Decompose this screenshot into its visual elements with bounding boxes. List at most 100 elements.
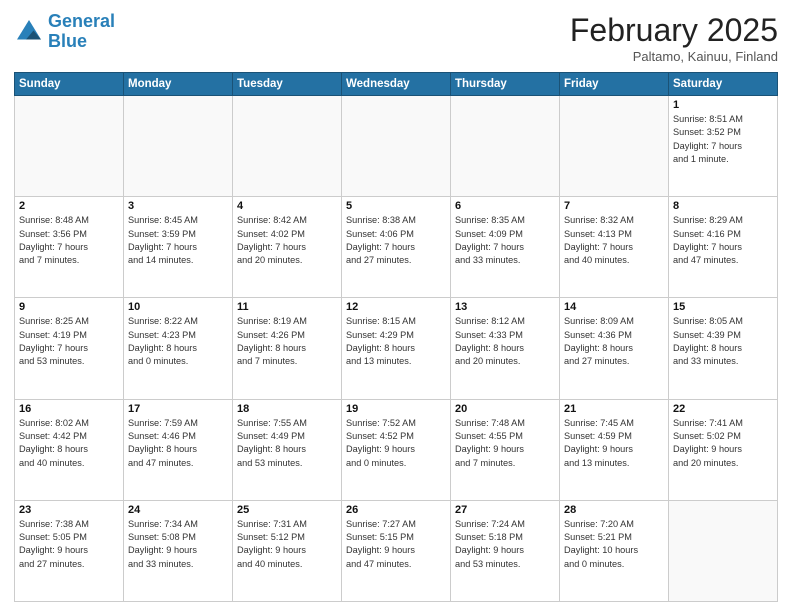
day-number: 23 bbox=[19, 504, 119, 516]
day-info: Sunrise: 8:05 AM Sunset: 4:39 PM Dayligh… bbox=[673, 315, 773, 368]
day-info: Sunrise: 7:52 AM Sunset: 4:52 PM Dayligh… bbox=[346, 417, 446, 470]
title-block: February 2025 Paltamo, Kainuu, Finland bbox=[570, 12, 778, 64]
weekday-header: Friday bbox=[560, 73, 669, 96]
weekday-header: Thursday bbox=[451, 73, 560, 96]
week-row: 9Sunrise: 8:25 AM Sunset: 4:19 PM Daylig… bbox=[15, 298, 778, 399]
day-info: Sunrise: 8:19 AM Sunset: 4:26 PM Dayligh… bbox=[237, 315, 337, 368]
day-info: Sunrise: 8:15 AM Sunset: 4:29 PM Dayligh… bbox=[346, 315, 446, 368]
day-number: 9 bbox=[19, 301, 119, 313]
day-info: Sunrise: 7:27 AM Sunset: 5:15 PM Dayligh… bbox=[346, 518, 446, 571]
day-info: Sunrise: 7:41 AM Sunset: 5:02 PM Dayligh… bbox=[673, 417, 773, 470]
day-info: Sunrise: 8:32 AM Sunset: 4:13 PM Dayligh… bbox=[564, 214, 664, 267]
day-info: Sunrise: 7:55 AM Sunset: 4:49 PM Dayligh… bbox=[237, 417, 337, 470]
day-info: Sunrise: 7:34 AM Sunset: 5:08 PM Dayligh… bbox=[128, 518, 228, 571]
calendar-cell: 19 Sunrise: 7:52 AM Sunset: 4:52 PM Dayli… bbox=[342, 399, 451, 500]
calendar-cell: 23 Sunrise: 7:38 AM Sunset: 5:05 PM Dayli… bbox=[15, 500, 124, 601]
day-number: 7 bbox=[564, 200, 664, 212]
week-row: 23 Sunrise: 7:38 AM Sunset: 5:05 PM Dayli… bbox=[15, 500, 778, 601]
day-number: 28 bbox=[564, 504, 664, 516]
calendar-cell: 15 Sunrise: 8:05 AM Sunset: 4:39 PM Dayli… bbox=[669, 298, 778, 399]
calendar-cell: 14Sunrise: 8:09 AM Sunset: 4:36 PM Dayli… bbox=[560, 298, 669, 399]
day-info: Sunrise: 8:12 AM Sunset: 4:33 PM Dayligh… bbox=[455, 315, 555, 368]
logo-general: General bbox=[48, 11, 115, 31]
day-number: 15 bbox=[673, 301, 773, 313]
day-info: Sunrise: 7:38 AM Sunset: 5:05 PM Dayligh… bbox=[19, 518, 119, 571]
calendar-cell: 20 Sunrise: 7:48 AM Sunset: 4:55 PM Dayli… bbox=[451, 399, 560, 500]
day-number: 21 bbox=[564, 403, 664, 415]
day-number: 1 bbox=[673, 99, 773, 111]
day-info: Sunrise: 8:45 AM Sunset: 3:59 PM Dayligh… bbox=[128, 214, 228, 267]
day-info: Sunrise: 7:31 AM Sunset: 5:12 PM Dayligh… bbox=[237, 518, 337, 571]
day-info: Sunrise: 8:42 AM Sunset: 4:02 PM Dayligh… bbox=[237, 214, 337, 267]
calendar-cell: 3 Sunrise: 8:45 AM Sunset: 3:59 PM Daylig… bbox=[124, 197, 233, 298]
day-info: Sunrise: 7:45 AM Sunset: 4:59 PM Dayligh… bbox=[564, 417, 664, 470]
calendar-cell: 2 Sunrise: 8:48 AM Sunset: 3:56 PM Daylig… bbox=[15, 197, 124, 298]
day-number: 12 bbox=[346, 301, 446, 313]
day-number: 8 bbox=[673, 200, 773, 212]
day-number: 19 bbox=[346, 403, 446, 415]
day-number: 22 bbox=[673, 403, 773, 415]
calendar-cell: 16 Sunrise: 8:02 AM Sunset: 4:42 PM Dayli… bbox=[15, 399, 124, 500]
day-info: Sunrise: 8:22 AM Sunset: 4:23 PM Dayligh… bbox=[128, 315, 228, 368]
day-info: Sunrise: 8:29 AM Sunset: 4:16 PM Dayligh… bbox=[673, 214, 773, 267]
weekday-header: Tuesday bbox=[233, 73, 342, 96]
week-row: 2 Sunrise: 8:48 AM Sunset: 3:56 PM Daylig… bbox=[15, 197, 778, 298]
calendar-cell bbox=[669, 500, 778, 601]
day-number: 11 bbox=[237, 301, 337, 313]
weekday-header: Sunday bbox=[15, 73, 124, 96]
day-number: 17 bbox=[128, 403, 228, 415]
day-info: Sunrise: 7:59 AM Sunset: 4:46 PM Dayligh… bbox=[128, 417, 228, 470]
day-number: 20 bbox=[455, 403, 555, 415]
day-info: Sunrise: 8:02 AM Sunset: 4:42 PM Dayligh… bbox=[19, 417, 119, 470]
calendar-cell: 18 Sunrise: 7:55 AM Sunset: 4:49 PM Dayli… bbox=[233, 399, 342, 500]
day-info: Sunrise: 7:48 AM Sunset: 4:55 PM Dayligh… bbox=[455, 417, 555, 470]
day-info: Sunrise: 8:35 AM Sunset: 4:09 PM Dayligh… bbox=[455, 214, 555, 267]
calendar-cell: 1 Sunrise: 8:51 AM Sunset: 3:52 PM Daylig… bbox=[669, 96, 778, 197]
calendar-cell bbox=[451, 96, 560, 197]
logo-blue: Blue bbox=[48, 31, 87, 51]
calendar-cell bbox=[15, 96, 124, 197]
calendar-cell: 11 Sunrise: 8:19 AM Sunset: 4:26 PM Dayli… bbox=[233, 298, 342, 399]
weekday-header-row: SundayMondayTuesdayWednesdayThursdayFrid… bbox=[15, 73, 778, 96]
calendar-cell: 22 Sunrise: 7:41 AM Sunset: 5:02 PM Dayli… bbox=[669, 399, 778, 500]
day-info: Sunrise: 8:09 AM Sunset: 4:36 PM Dayligh… bbox=[564, 315, 664, 368]
logo-icon bbox=[14, 17, 44, 47]
calendar-cell: 7 Sunrise: 8:32 AM Sunset: 4:13 PM Daylig… bbox=[560, 197, 669, 298]
calendar-cell: 10 Sunrise: 8:22 AM Sunset: 4:23 PM Dayli… bbox=[124, 298, 233, 399]
day-info: Sunrise: 7:20 AM Sunset: 5:21 PM Dayligh… bbox=[564, 518, 664, 571]
week-row: 1 Sunrise: 8:51 AM Sunset: 3:52 PM Daylig… bbox=[15, 96, 778, 197]
calendar-cell: 4 Sunrise: 8:42 AM Sunset: 4:02 PM Daylig… bbox=[233, 197, 342, 298]
logo: General Blue bbox=[14, 12, 115, 52]
day-number: 18 bbox=[237, 403, 337, 415]
calendar-cell: 28 Sunrise: 7:20 AM Sunset: 5:21 PM Dayli… bbox=[560, 500, 669, 601]
day-number: 25 bbox=[237, 504, 337, 516]
calendar-cell: 24 Sunrise: 7:34 AM Sunset: 5:08 PM Dayli… bbox=[124, 500, 233, 601]
day-number: 2 bbox=[19, 200, 119, 212]
calendar-cell: 17 Sunrise: 7:59 AM Sunset: 4:46 PM Dayli… bbox=[124, 399, 233, 500]
month-title: February 2025 bbox=[570, 12, 778, 49]
day-number: 27 bbox=[455, 504, 555, 516]
calendar-cell: 26Sunrise: 7:27 AM Sunset: 5:15 PM Dayli… bbox=[342, 500, 451, 601]
header: General Blue February 2025 Paltamo, Kain… bbox=[14, 12, 778, 64]
day-number: 4 bbox=[237, 200, 337, 212]
day-number: 24 bbox=[128, 504, 228, 516]
weekday-header: Wednesday bbox=[342, 73, 451, 96]
calendar-cell: 13 Sunrise: 8:12 AM Sunset: 4:33 PM Dayli… bbox=[451, 298, 560, 399]
day-number: 16 bbox=[19, 403, 119, 415]
page: General Blue February 2025 Paltamo, Kain… bbox=[0, 0, 792, 612]
day-info: Sunrise: 7:24 AM Sunset: 5:18 PM Dayligh… bbox=[455, 518, 555, 571]
day-info: Sunrise: 8:48 AM Sunset: 3:56 PM Dayligh… bbox=[19, 214, 119, 267]
day-number: 10 bbox=[128, 301, 228, 313]
calendar-cell bbox=[560, 96, 669, 197]
calendar-cell: 9Sunrise: 8:25 AM Sunset: 4:19 PM Daylig… bbox=[15, 298, 124, 399]
weekday-header: Saturday bbox=[669, 73, 778, 96]
day-info: Sunrise: 8:51 AM Sunset: 3:52 PM Dayligh… bbox=[673, 113, 773, 166]
day-number: 13 bbox=[455, 301, 555, 313]
calendar-cell bbox=[233, 96, 342, 197]
day-info: Sunrise: 8:38 AM Sunset: 4:06 PM Dayligh… bbox=[346, 214, 446, 267]
calendar-cell: 6Sunrise: 8:35 AM Sunset: 4:09 PM Daylig… bbox=[451, 197, 560, 298]
day-number: 3 bbox=[128, 200, 228, 212]
day-number: 5 bbox=[346, 200, 446, 212]
calendar-cell bbox=[124, 96, 233, 197]
week-row: 16 Sunrise: 8:02 AM Sunset: 4:42 PM Dayli… bbox=[15, 399, 778, 500]
